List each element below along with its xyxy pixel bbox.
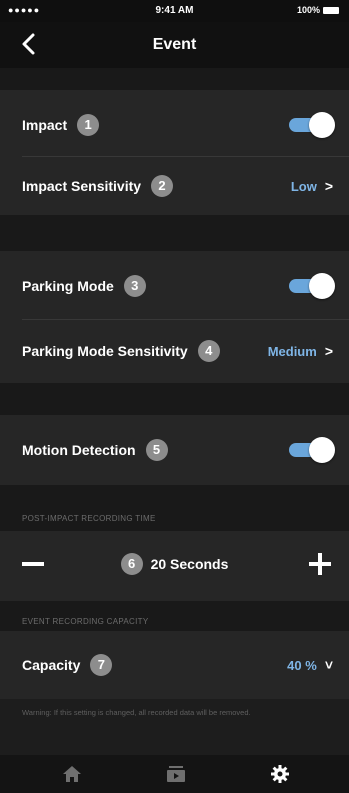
impact-label: Impact (22, 117, 68, 133)
impact-sensitivity-value[interactable]: Low > (291, 178, 333, 194)
post-impact-group: 6 20 Seconds (0, 531, 349, 601)
battery-percent: 100% (296, 5, 320, 15)
parking-sensitivity-label: Parking Mode Sensitivity (22, 343, 188, 359)
parking-mode-label: Parking Mode (22, 278, 114, 294)
toggle-knob (309, 437, 335, 463)
capacity-value-text: 40 % (287, 657, 317, 673)
battery-icon (323, 6, 339, 14)
home-icon (63, 766, 81, 782)
section-gap (0, 485, 349, 531)
battery-indicator: 100% (297, 5, 339, 15)
post-impact-section-title: POST-IMPACT RECORDING TIME (22, 514, 156, 523)
impact-toggle[interactable] (287, 112, 335, 138)
parking-group: Parking Mode 3 Parking Mode Sensitivity … (0, 251, 349, 383)
callout-badge-1: 1 (77, 114, 100, 136)
impact-group: Impact 1 Impact Sensitivity 2 Low > (0, 90, 349, 215)
toggle-knob (309, 273, 335, 299)
video-library-icon (167, 766, 185, 782)
callout-badge-4: 4 (197, 340, 220, 362)
callout-badge-5: 5 (145, 439, 168, 461)
capacity-row[interactable]: Capacity 7 40 % ˅ (0, 635, 349, 695)
motion-detection-label: Motion Detection (22, 442, 136, 458)
callout-badge-3: 3 (123, 275, 146, 297)
section-gap (0, 383, 349, 415)
page-title: Event (152, 36, 197, 53)
motion-detection-row: Motion Detection 5 (0, 420, 349, 480)
toggle-knob (309, 112, 335, 138)
section-gap (0, 215, 349, 251)
tab-home[interactable] (42, 755, 102, 793)
capacity-label: Capacity (22, 657, 81, 673)
callout-badge-2: 2 (151, 175, 174, 197)
impact-sensitivity-row[interactable]: Impact Sensitivity 2 Low > (0, 156, 349, 216)
parking-sensitivity-value[interactable]: Medium > (268, 343, 333, 359)
settings-gear-icon (271, 765, 289, 783)
recording-time-stepper: 6 20 Seconds (0, 534, 349, 594)
parking-mode-row: Parking Mode 3 (0, 256, 349, 316)
callout-badge-6: 6 (120, 553, 143, 575)
divider (22, 319, 349, 320)
motion-detection-toggle[interactable] (287, 437, 335, 463)
impact-sensitivity-label: Impact Sensitivity (22, 178, 142, 194)
impact-row: Impact 1 (0, 95, 349, 155)
tab-video-library[interactable] (146, 755, 206, 793)
motion-group: Motion Detection 5 (0, 415, 349, 485)
capacity-section-title: EVENT RECORDING CAPACITY (22, 617, 149, 626)
impact-sensitivity-value-text: Low (290, 178, 317, 194)
increase-button[interactable] (309, 553, 331, 575)
chevron-right-icon: > (324, 178, 333, 194)
callout-badge-7: 7 (90, 654, 113, 676)
chevron-down-icon: ˅ (324, 657, 333, 673)
parking-mode-toggle[interactable] (287, 273, 335, 299)
section-gap (0, 601, 349, 631)
parking-sensitivity-value-text: Medium (267, 343, 317, 359)
chevron-right-icon: > (324, 343, 333, 359)
parking-sensitivity-row[interactable]: Parking Mode Sensitivity 4 Medium > (0, 321, 349, 381)
tab-bar (0, 755, 349, 793)
section-gap (0, 68, 349, 90)
tab-settings[interactable] (250, 755, 310, 793)
capacity-dropdown[interactable]: 40 % ˅ (287, 657, 333, 673)
status-bar: ●●●●● 9:41 AM 100% (0, 0, 349, 22)
navigation-bar: Event (0, 22, 349, 68)
capacity-warning: Warning: If this setting is changed, all… (22, 708, 251, 717)
capacity-group: Capacity 7 40 % ˅ (0, 631, 349, 699)
recording-time-value: 20 Seconds (150, 556, 229, 572)
